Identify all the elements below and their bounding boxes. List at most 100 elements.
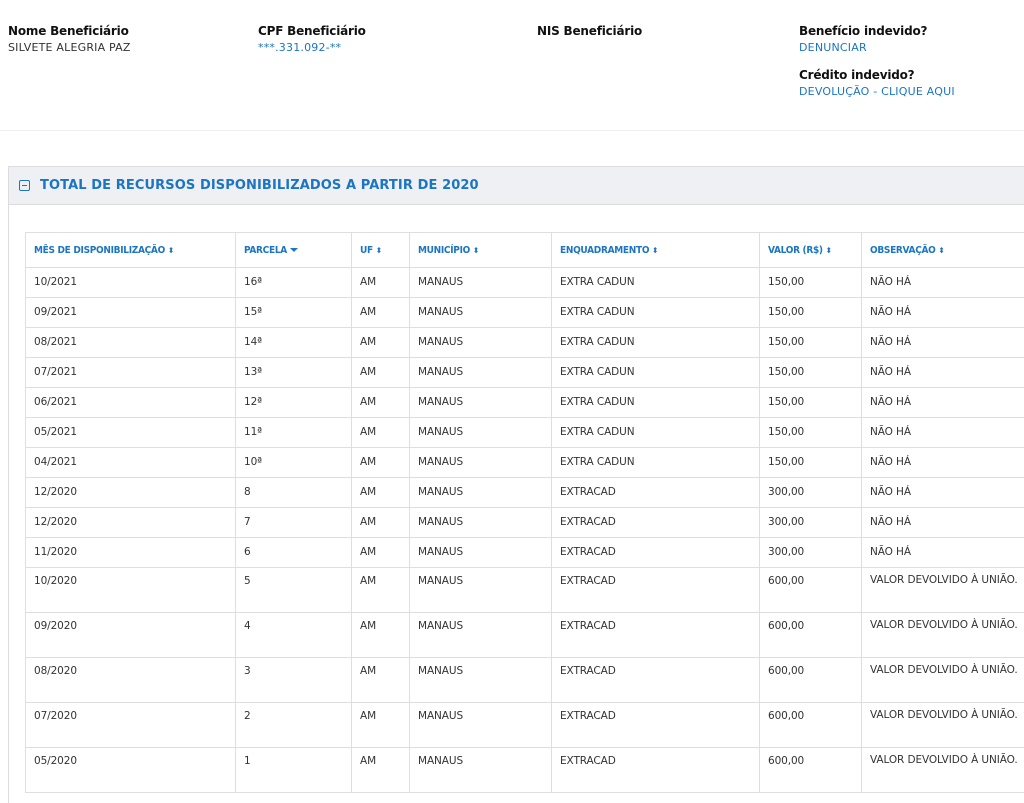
col-installment-header-label: PARCELA [244, 244, 287, 256]
col-amount-cell: 150,00 [759, 387, 862, 418]
sort-both-icon[interactable]: ⬍ [376, 246, 382, 255]
col-observation-header[interactable]: OBSERVAÇÃO ⬍ [861, 232, 1024, 268]
col-amount-cell: 150,00 [759, 447, 862, 478]
refund-link[interactable]: DEVOLUÇÃO - CLIQUE AQUI [799, 85, 955, 98]
col-municipality-cell: MANAUS [409, 447, 552, 478]
col-month-cell: 07/2021 [25, 357, 236, 388]
col-month-cell: 09/2021 [25, 297, 236, 328]
col-amount-cell: 600,00 [759, 657, 862, 703]
col-observation-cell: NÃO HÁ [861, 417, 1024, 448]
col-classification-cell: EXTRACAD [551, 537, 760, 568]
col-observation-cell: NÃO HÁ [861, 477, 1024, 508]
col-installment-cell: 15ª [235, 297, 352, 328]
col-municipality-cell: MANAUS [409, 537, 552, 568]
col-uf-cell: AM [351, 387, 410, 418]
col-municipality-cell: MANAUS [409, 702, 552, 748]
table-row: 12/2020 8 AM MANAUS EXTRACAD 300,00 NÃO HÁ [25, 477, 1024, 508]
table-row: 07/2021 13ª AM MANAUS EXTRA CADUN 150,00 NÃO H… [25, 357, 1024, 388]
collapse-minus-icon[interactable] [19, 180, 30, 191]
col-observation-cell: NÃO HÁ [861, 507, 1024, 538]
col-month-cell: 12/2020 [25, 507, 236, 538]
col-observation-cell: NÃO HÁ [861, 387, 1024, 418]
col-municipality-cell: MANAUS [409, 297, 552, 328]
col-municipality-cell: MANAUS [409, 567, 552, 613]
col-uf-cell: AM [351, 267, 410, 298]
table-row: 10/2020 5 AM MANAUS EXTRACAD 600,00 VALOR DEVO… [25, 567, 1024, 613]
col-observation-cell: NÃO HÁ [861, 267, 1024, 298]
col-month-cell: 07/2020 [25, 702, 236, 748]
col-amount-cell: 600,00 [759, 747, 862, 793]
col-observation-cell: VALOR DEVOLVIDO À UNIÃO. [861, 612, 1024, 658]
col-month-cell: 10/2021 [25, 267, 236, 298]
col-classification-cell: EXTRA CADUN [551, 267, 760, 298]
col-amount-cell: 150,00 [759, 417, 862, 448]
table-row: 09/2021 15ª AM MANAUS EXTRA CADUN 150,00 NÃO H… [25, 297, 1024, 328]
col-uf-cell: AM [351, 612, 410, 658]
col-month-header[interactable]: MÊS DE DISPONIBILIZAÇÃO ⬍ [25, 232, 236, 268]
table-row: 07/2020 2 AM MANAUS EXTRACAD 600,00 VALOR DEVO… [25, 702, 1024, 748]
col-installment-cell: 6 [235, 537, 352, 568]
sort-both-icon[interactable]: ⬍ [652, 246, 658, 255]
col-municipality-cell: MANAUS [409, 657, 552, 703]
col-installment-cell: 8 [235, 477, 352, 508]
col-amount-header[interactable]: VALOR (R$) ⬍ [759, 232, 862, 268]
col-installment-header[interactable]: PARCELA [235, 232, 352, 268]
undue-benefit-label: Benefício indevido? [799, 24, 928, 38]
col-classification-cell: EXTRACAD [551, 507, 760, 538]
col-amount-cell: 600,00 [759, 702, 862, 748]
sort-desc-icon[interactable] [289, 247, 298, 252]
col-uf-cell: AM [351, 357, 410, 388]
col-uf-cell: AM [351, 537, 410, 568]
col-uf-cell: AM [351, 657, 410, 703]
table-row: 05/2021 11ª AM MANAUS EXTRA CADUN 150,00 NÃO H… [25, 417, 1024, 448]
col-observation-cell: VALOR DEVOLVIDO À UNIÃO. [861, 567, 1024, 613]
col-classification-header[interactable]: ENQUADRAMENTO ⬍ [551, 232, 760, 268]
col-month-cell: 08/2021 [25, 327, 236, 358]
col-classification-cell: EXTRA CADUN [551, 387, 760, 418]
col-month-cell: 06/2021 [25, 387, 236, 418]
col-observation-cell: VALOR DEVOLVIDO À UNIÃO. [861, 702, 1024, 748]
resources-panel-header[interactable]: TOTAL DE RECURSOS DISPONIBILIZADOS A PAR… [9, 167, 1024, 205]
undue-credit-label: Crédito indevido? [799, 68, 915, 82]
col-installment-cell: 11ª [235, 417, 352, 448]
report-block: Benefício indevido? DENUNCIAR Crédito in… [799, 24, 955, 98]
sort-both-icon[interactable]: ⬍ [939, 246, 945, 255]
col-classification-cell: EXTRA CADUN [551, 447, 760, 478]
col-month-cell: 09/2020 [25, 612, 236, 658]
col-uf-cell: AM [351, 747, 410, 793]
col-installment-cell: 13ª [235, 357, 352, 388]
col-observation-cell: NÃO HÁ [861, 447, 1024, 478]
sort-both-icon[interactable]: ⬍ [168, 246, 174, 255]
col-installment-cell: 12ª [235, 387, 352, 418]
col-uf-cell: AM [351, 702, 410, 748]
col-classification-header-label: ENQUADRAMENTO [560, 244, 650, 256]
col-municipality-cell: MANAUS [409, 507, 552, 538]
col-observation-header-label: OBSERVAÇÃO [870, 244, 936, 256]
col-installment-cell: 2 [235, 702, 352, 748]
col-month-cell: 12/2020 [25, 477, 236, 508]
table-body: 10/2021 16ª AM MANAUS EXTRA CADUN 150,00 NÃO H… [25, 267, 1024, 793]
beneficiary-cpf-value: ***.331.092-** [258, 41, 342, 54]
col-amount-cell: 300,00 [759, 537, 862, 568]
table-header-row: MÊS DE DISPONIBILIZAÇÃO ⬍ PARCELA UF ⬍ MUNICÍ… [25, 232, 1024, 268]
col-installment-cell: 4 [235, 612, 352, 658]
col-municipality-cell: MANAUS [409, 417, 552, 448]
col-classification-cell: EXTRACAD [551, 567, 760, 613]
col-observation-cell: NÃO HÁ [861, 297, 1024, 328]
col-observation-cell: VALOR DEVOLVIDO À UNIÃO. [861, 657, 1024, 703]
col-month-cell: 05/2021 [25, 417, 236, 448]
col-month-cell: 04/2021 [25, 447, 236, 478]
col-installment-cell: 16ª [235, 267, 352, 298]
col-municipality-header[interactable]: MUNICÍPIO ⬍ [409, 232, 552, 268]
col-month-cell: 08/2020 [25, 657, 236, 703]
sort-both-icon[interactable]: ⬍ [826, 246, 832, 255]
col-uf-header[interactable]: UF ⬍ [351, 232, 410, 268]
sort-both-icon[interactable]: ⬍ [473, 246, 479, 255]
col-amount-cell: 150,00 [759, 327, 862, 358]
table-row: 11/2020 6 AM MANAUS EXTRACAD 300,00 NÃO HÁ [25, 537, 1024, 568]
beneficiary-nis-label: NIS Beneficiário [537, 24, 643, 38]
col-classification-cell: EXTRACAD [551, 702, 760, 748]
report-link[interactable]: DENUNCIAR [799, 41, 955, 54]
col-month-cell: 11/2020 [25, 537, 236, 568]
col-installment-cell: 14ª [235, 327, 352, 358]
